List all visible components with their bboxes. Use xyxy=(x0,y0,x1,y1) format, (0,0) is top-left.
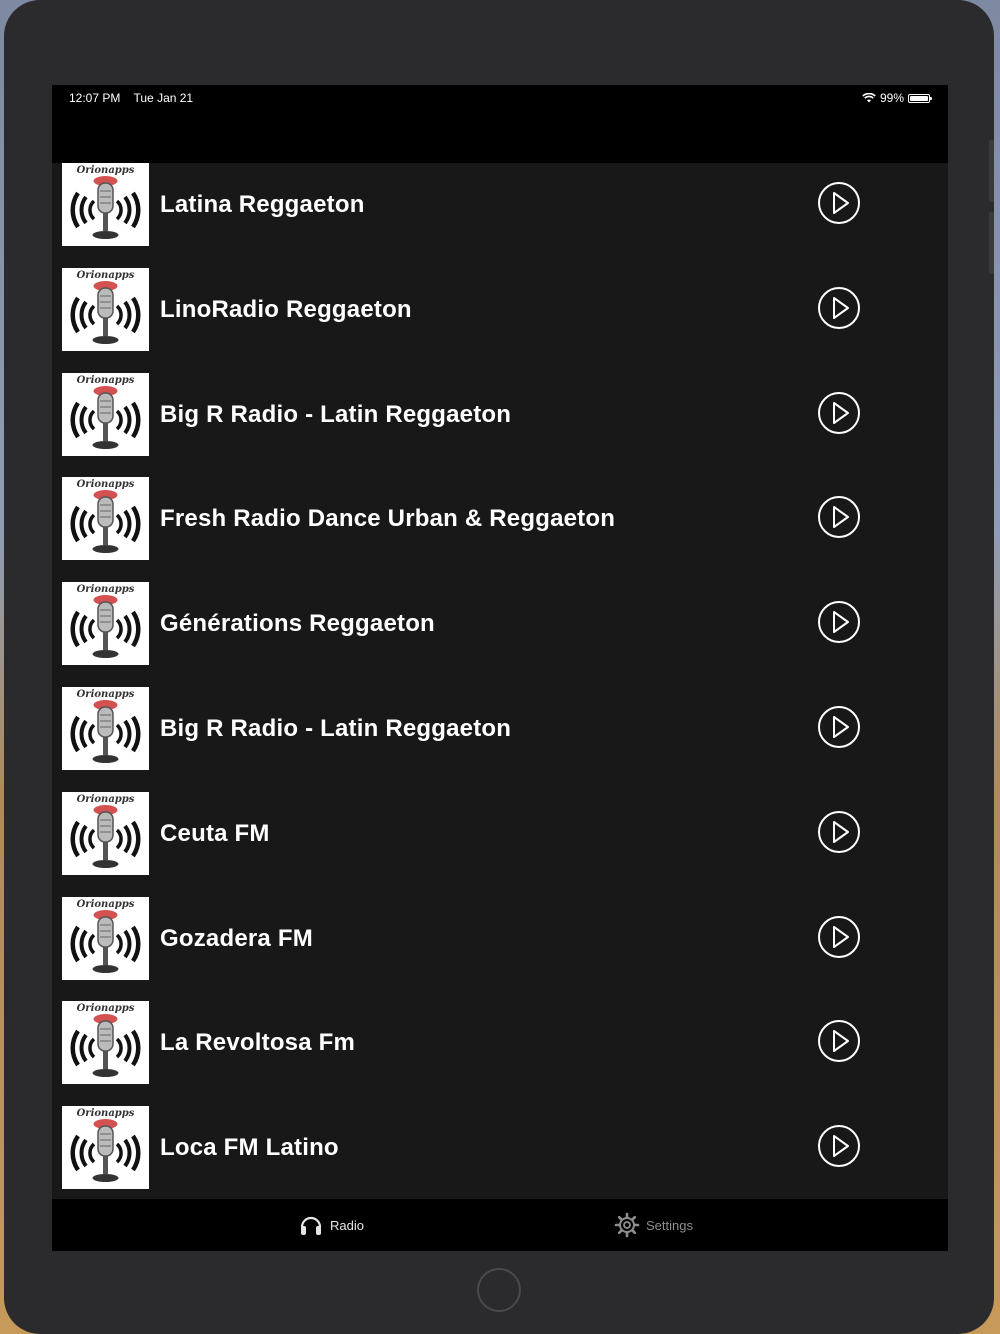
station-name: Loca FM Latino xyxy=(160,1134,339,1162)
volume-button xyxy=(989,140,994,202)
station-row[interactable]: Orionapps Fresh Radio Dance Urban & Regg… xyxy=(52,477,948,582)
play-button[interactable] xyxy=(817,705,861,749)
play-circle-icon xyxy=(818,810,860,853)
headphones-icon xyxy=(300,1216,322,1235)
play-circle-icon xyxy=(818,601,860,644)
wifi-icon xyxy=(862,93,876,103)
radio-mic-logo-icon: Orionapps xyxy=(62,686,149,770)
tab-bar: Radio Settings xyxy=(52,1199,948,1251)
app-screen: 12:07 PM Tue Jan 21 99% Orionapps Latina… xyxy=(52,85,948,1251)
svg-text:Orionapps: Orionapps xyxy=(77,794,135,805)
station-name: Latina Reggaeton xyxy=(160,191,365,218)
play-circle-icon xyxy=(818,496,860,539)
tab-radio-label: Radio xyxy=(330,1217,364,1233)
station-logo: Orionapps xyxy=(62,1001,149,1085)
status-time: 12:07 PM xyxy=(69,91,121,105)
radio-mic-logo-icon: Orionapps xyxy=(62,267,149,351)
play-button[interactable] xyxy=(817,600,861,644)
station-logo: Orionapps xyxy=(62,896,149,980)
station-logo: Orionapps xyxy=(62,267,149,351)
status-bar: 12:07 PM Tue Jan 21 99% xyxy=(52,85,948,163)
station-row[interactable]: Orionapps Big R Radio - Latin Reggaeton xyxy=(52,686,948,792)
station-row[interactable]: Orionapps Générations Reggaeton xyxy=(52,582,948,687)
home-button[interactable] xyxy=(477,1268,521,1312)
station-row[interactable]: Orionapps LinoRadio Reggaeton xyxy=(52,267,948,373)
play-button[interactable] xyxy=(817,391,861,435)
status-right: 99% xyxy=(862,91,932,105)
radio-mic-logo-icon: Orionapps xyxy=(62,896,149,980)
station-logo: Orionapps xyxy=(62,477,149,561)
svg-text:Orionapps: Orionapps xyxy=(77,689,135,700)
play-button[interactable] xyxy=(817,495,861,539)
radio-mic-logo-icon: Orionapps xyxy=(62,163,149,246)
svg-text:Orionapps: Orionapps xyxy=(77,375,135,386)
play-circle-icon xyxy=(818,705,860,748)
play-circle-icon xyxy=(818,1020,860,1063)
tab-radio[interactable]: Radio xyxy=(298,1199,364,1251)
station-name: Gozadera FM xyxy=(160,924,313,952)
station-logo: Orionapps xyxy=(62,791,149,875)
svg-text:Orionapps: Orionapps xyxy=(77,479,135,490)
station-row[interactable]: Orionapps Latina Reggaeton xyxy=(52,163,948,268)
play-circle-icon xyxy=(818,915,860,958)
station-name: Générations Reggaeton xyxy=(160,610,435,638)
svg-text:Orionapps: Orionapps xyxy=(77,584,135,595)
play-button[interactable] xyxy=(817,286,861,330)
radio-mic-logo-icon: Orionapps xyxy=(62,372,149,456)
radio-mic-logo-icon: Orionapps xyxy=(62,1106,149,1190)
station-name: LinoRadio Reggaeton xyxy=(160,295,412,323)
svg-text:Orionapps: Orionapps xyxy=(77,165,135,176)
status-date: Tue Jan 21 xyxy=(133,91,194,105)
play-circle-icon xyxy=(818,1125,860,1168)
status-left: 12:07 PM Tue Jan 21 xyxy=(69,91,203,105)
station-row[interactable]: Orionapps Ceuta FM xyxy=(52,791,948,897)
station-row[interactable]: Orionapps Loca FM Latino xyxy=(52,1106,948,1211)
station-logo: Orionapps xyxy=(62,582,149,666)
svg-text:Orionapps: Orionapps xyxy=(77,1003,135,1014)
play-button[interactable] xyxy=(817,181,861,225)
svg-text:Orionapps: Orionapps xyxy=(77,899,135,910)
station-name: Big R Radio - Latin Reggaeton xyxy=(160,714,512,742)
play-circle-icon xyxy=(818,391,860,434)
station-name: La Revoltosa Fm xyxy=(160,1029,356,1057)
radio-mic-logo-icon: Orionapps xyxy=(62,791,149,875)
station-row[interactable]: Orionapps La Revoltosa Fm xyxy=(52,1001,948,1106)
play-button[interactable] xyxy=(817,1124,861,1168)
battery-icon xyxy=(908,93,932,103)
station-row[interactable]: Orionapps Gozadera FM xyxy=(52,896,948,1002)
radio-mic-logo-icon: Orionapps xyxy=(62,582,149,666)
station-name: Big R Radio - Latin Reggaeton xyxy=(160,400,512,428)
station-name: Fresh Radio Dance Urban & Reggaeton xyxy=(160,505,616,533)
svg-text:Orionapps: Orionapps xyxy=(77,270,135,281)
volume-button xyxy=(989,212,994,274)
station-name: Ceuta FM xyxy=(160,819,270,847)
station-logo: Orionapps xyxy=(62,686,149,770)
svg-text:Orionapps: Orionapps xyxy=(77,1108,135,1119)
play-button[interactable] xyxy=(817,1019,861,1063)
battery-percent: 99% xyxy=(879,91,904,105)
gear-icon xyxy=(614,1212,640,1238)
tab-settings[interactable]: Settings xyxy=(614,1199,693,1251)
play-button[interactable] xyxy=(817,810,861,854)
station-logo: Orionapps xyxy=(62,163,149,246)
play-circle-icon xyxy=(818,182,860,224)
station-logo: Orionapps xyxy=(62,372,149,456)
radio-mic-logo-icon: Orionapps xyxy=(62,477,149,561)
play-circle-icon xyxy=(818,286,860,329)
station-list: Orionapps Latina Reggaeton Orionapps Lin… xyxy=(52,163,948,1211)
station-row[interactable]: Orionapps Big R Radio - Latin Reggaeton xyxy=(52,372,948,478)
radio-mic-logo-icon: Orionapps xyxy=(62,1001,149,1085)
station-logo: Orionapps xyxy=(62,1106,149,1190)
play-button[interactable] xyxy=(817,915,861,959)
tab-settings-label: Settings xyxy=(646,1217,693,1233)
